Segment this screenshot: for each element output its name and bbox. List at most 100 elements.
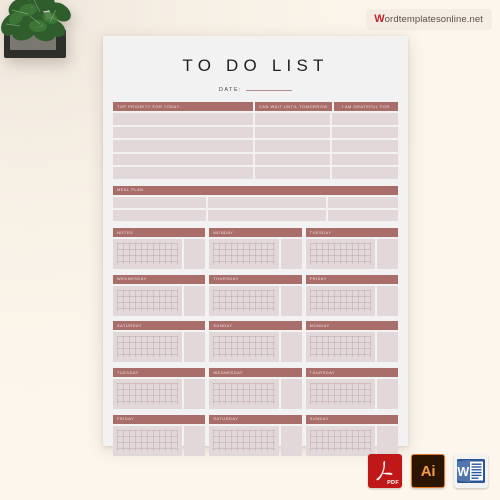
day-block-header: SATURDAY (209, 414, 302, 424)
priority-table-row (113, 167, 398, 179)
word-icon[interactable]: W (454, 454, 488, 488)
day-block-task-area[interactable] (113, 239, 183, 270)
watermark-brand-initial: W (374, 13, 385, 25)
priority-cell-r2-c3[interactable] (332, 126, 398, 139)
meal-plan-cell-r1-c2[interactable] (208, 196, 326, 208)
priority-cell-r5-c3[interactable] (332, 167, 398, 179)
day-block-side-area[interactable] (184, 332, 206, 363)
day-block-task-area[interactable] (305, 239, 375, 270)
priority-table-row (113, 113, 398, 125)
day-block-side-area[interactable] (280, 425, 302, 456)
day-block-header: SATURDAY (113, 321, 206, 331)
day-block-side-area[interactable] (184, 239, 206, 270)
day-block-friday-r5: FRIDAY (113, 414, 206, 456)
watermark: Wordtemplatesonline.net (366, 9, 492, 30)
day-block-side-area[interactable] (280, 285, 302, 316)
day-block-side-area[interactable] (376, 425, 398, 456)
priority-table-row (113, 126, 398, 139)
day-block-sunday-r5: SUNDAY (305, 414, 398, 456)
day-block-header: WEDNESDAY (113, 274, 206, 284)
day-block-task-area[interactable] (209, 239, 279, 270)
checkbox-grid (117, 289, 179, 311)
day-block-side-area[interactable] (376, 285, 398, 316)
priority-table-row (113, 140, 398, 152)
day-block-side-area[interactable] (376, 379, 398, 410)
priority-cell-r3-c3[interactable] (332, 140, 398, 152)
priority-cell-r4-c3[interactable] (332, 153, 398, 166)
day-block-side-area[interactable] (184, 425, 206, 456)
day-block-task-area[interactable] (113, 425, 183, 456)
day-block-body (305, 379, 398, 410)
day-block-side-area[interactable] (184, 285, 206, 316)
day-block-body (113, 285, 206, 316)
meal-plan-cell-r2-c3[interactable] (328, 209, 398, 221)
day-block-side-area[interactable] (184, 379, 206, 410)
watermark-text: ordtemplatesonline.net (384, 14, 483, 25)
day-block-notes-r1: NOTES (113, 227, 206, 270)
day-block-task-area[interactable] (305, 332, 375, 363)
priority-cell-r5-c2[interactable] (255, 167, 330, 179)
day-grid: NOTES MONDAY TUESDAY WEDNESDAY THURSDAY FRIDA… (113, 227, 398, 456)
day-block-task-area[interactable] (209, 285, 279, 316)
meal-plan-cell-r2-c2[interactable] (208, 209, 326, 221)
priority-table: TOP PRIORITY FOR TODAY: CAN WAIT UNTIL T… (113, 102, 398, 179)
day-block-task-area[interactable] (305, 379, 375, 410)
day-block-task-area[interactable] (305, 425, 375, 456)
meal-plan-cell-r1-c3[interactable] (328, 196, 398, 208)
day-block-task-area[interactable] (209, 379, 279, 410)
day-block-body (113, 332, 206, 363)
pdf-label: PDF (387, 480, 399, 486)
priority-header-can-wait: CAN WAIT UNTIL TOMORROW (255, 102, 332, 112)
day-block-body (305, 285, 398, 316)
checkbox-grid (309, 383, 371, 405)
day-block-header: WEDNESDAY (209, 367, 302, 378)
priority-cell-r4-c1[interactable] (113, 153, 253, 166)
checkbox-grid (309, 289, 371, 311)
priority-table-header-row: TOP PRIORITY FOR TODAY: CAN WAIT UNTIL T… (113, 102, 398, 112)
priority-cell-r1-c1[interactable] (113, 113, 253, 125)
day-block-side-area[interactable] (280, 332, 302, 363)
day-block-body (209, 425, 302, 456)
file-format-icons: PDF Ai W (368, 454, 488, 488)
priority-cell-r3-c1[interactable] (113, 140, 253, 152)
day-block-task-area[interactable] (113, 285, 183, 316)
date-field[interactable]: DATE: (113, 87, 398, 93)
illustrator-icon[interactable]: Ai (411, 454, 445, 488)
day-block-thursday-r2: THURSDAY (209, 274, 302, 316)
priority-cell-r5-c1[interactable] (113, 167, 253, 179)
day-block-task-area[interactable] (209, 425, 279, 456)
pdf-icon[interactable]: PDF (368, 454, 402, 488)
day-block-task-area[interactable] (113, 332, 183, 363)
priority-cell-r2-c1[interactable] (113, 126, 253, 139)
meal-plan-body (113, 196, 398, 221)
day-block-side-area[interactable] (376, 239, 398, 270)
priority-header-top-priority: TOP PRIORITY FOR TODAY: (113, 102, 253, 112)
priority-cell-r4-c2[interactable] (255, 153, 330, 166)
checkbox-grid (213, 289, 275, 311)
day-block-side-area[interactable] (280, 239, 302, 270)
day-block-task-area[interactable] (305, 285, 375, 316)
priority-table-row (113, 153, 398, 166)
checkbox-grid (309, 429, 371, 451)
day-block-monday-r3: MONDAY (305, 321, 398, 363)
priority-cell-r3-c2[interactable] (255, 140, 330, 152)
day-block-task-area[interactable] (113, 379, 183, 410)
meal-plan-cell-r2-c1[interactable] (113, 209, 206, 221)
priority-cell-r2-c2[interactable] (255, 126, 330, 139)
day-block-header: TUESDAY (113, 367, 206, 378)
day-block-header: THURSDAY (209, 274, 302, 284)
day-block-header: TUESDAY (305, 227, 398, 238)
day-block-side-area[interactable] (376, 332, 398, 363)
day-grid-row: NOTES MONDAY TUESDAY (113, 227, 398, 270)
day-block-body (209, 379, 302, 410)
priority-cell-r1-c3[interactable] (332, 113, 398, 125)
page-title: TO DO LIST (182, 56, 329, 75)
date-label: DATE: (219, 87, 242, 93)
illustrator-label: Ai (420, 462, 436, 480)
day-block-header: NOTES (113, 227, 206, 238)
date-write-line[interactable] (245, 89, 292, 91)
day-block-side-area[interactable] (280, 379, 302, 410)
priority-cell-r1-c2[interactable] (255, 113, 330, 125)
day-block-task-area[interactable] (209, 332, 279, 363)
meal-plan-cell-r1-c1[interactable] (113, 196, 206, 208)
